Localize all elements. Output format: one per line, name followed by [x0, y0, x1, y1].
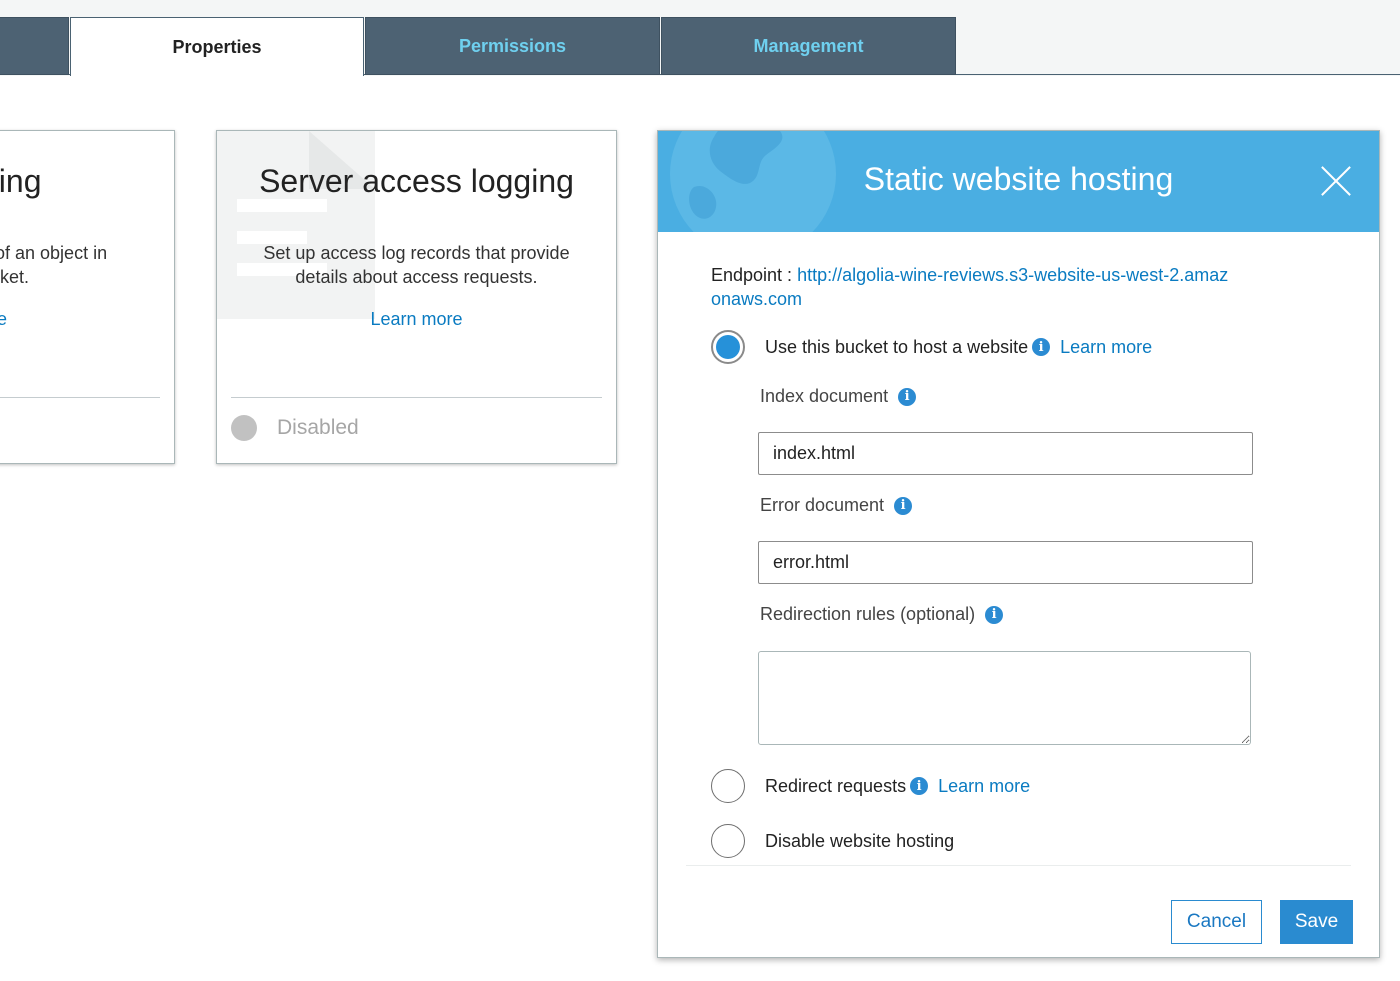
info-icon[interactable]: i — [1032, 338, 1051, 356]
tab-bar: Properties Permissions Management — [0, 0, 1400, 76]
tab-properties-label: Properties — [172, 36, 262, 57]
card-status: Disabled — [231, 415, 359, 441]
card-title: Server access logging — [259, 163, 574, 199]
tab-partial[interactable] — [0, 17, 69, 75]
redirection-rules-label-text: Redirection rules (optional) — [760, 604, 976, 624]
card-description-text: s of an object in ucket. — [0, 243, 108, 287]
save-button[interactable]: Save — [1280, 900, 1353, 944]
status-dot-icon — [231, 415, 257, 441]
index-document-label: Index document i — [760, 386, 917, 407]
tab-management[interactable]: Management — [661, 17, 956, 75]
learn-more-link[interactable]: Learn more — [217, 309, 616, 330]
close-icon[interactable] — [1319, 165, 1353, 199]
endpoint: Endpoint : http://algolia-wine-reviews.s… — [711, 263, 1231, 311]
learn-more-link[interactable]: Learn more — [1060, 337, 1152, 358]
redirection-rules-label: Redirection rules (optional) i — [760, 604, 1004, 625]
error-document-label: Error document i — [760, 495, 913, 516]
tab-permissions-label: Permissions — [458, 35, 567, 56]
redirection-rules-textarea[interactable] — [758, 651, 1251, 745]
disable-hosting-radio[interactable] — [711, 824, 745, 858]
host-website-radio[interactable] — [711, 330, 745, 364]
tab-management-label: Management — [753, 35, 864, 56]
index-document-input[interactable] — [758, 432, 1253, 475]
tab-properties[interactable]: Properties — [70, 17, 364, 76]
dialog-title: Static website hosting — [863, 161, 1174, 197]
error-document-input[interactable] — [758, 541, 1253, 584]
card-description: Set up access log records that provide d… — [263, 243, 570, 287]
redirect-requests-radio[interactable] — [711, 769, 745, 803]
card-divider — [0, 397, 160, 398]
card-divider — [231, 397, 602, 398]
server-access-logging-card[interactable]: Server access logging Set up access log … — [216, 130, 617, 464]
static-website-hosting-dialog: Static website hosting Endpoint : http:/… — [657, 130, 1380, 958]
document-icon — [217, 131, 375, 319]
redirect-requests-option[interactable]: Redirect requests i Learn more — [711, 769, 1030, 803]
disable-hosting-option[interactable]: Disable website hosting — [711, 824, 954, 858]
endpoint-label: Endpoint : — [711, 265, 798, 285]
dialog-header: Static website hosting — [658, 131, 1379, 232]
card-title: ning — [0, 163, 42, 199]
footer-divider — [686, 865, 1351, 866]
tab-permissions[interactable]: Permissions — [365, 17, 660, 75]
card-description: s of an object in ucket. — [0, 241, 171, 289]
redirect-requests-label: Redirect requests — [765, 775, 907, 796]
info-icon[interactable]: i — [985, 605, 1004, 624]
error-document-label-text: Error document — [760, 495, 885, 515]
info-icon[interactable]: i — [894, 496, 913, 515]
info-icon[interactable]: i — [910, 777, 929, 795]
disable-hosting-label: Disable website hosting — [765, 830, 955, 851]
learn-more-link[interactable]: Learn more — [938, 776, 1030, 797]
index-document-label-text: Index document — [760, 386, 889, 406]
info-icon[interactable]: i — [898, 387, 917, 406]
host-website-option[interactable]: Use this bucket to host a website i Lear… — [711, 330, 1152, 364]
host-website-label: Use this bucket to host a website — [765, 336, 1029, 357]
versioning-card[interactable]: ning s of an object in ucket. ore — [0, 130, 175, 464]
status-text: Disabled — [277, 416, 359, 439]
cancel-button[interactable]: Cancel — [1171, 900, 1262, 944]
learn-more-link[interactable]: ore — [0, 309, 174, 330]
